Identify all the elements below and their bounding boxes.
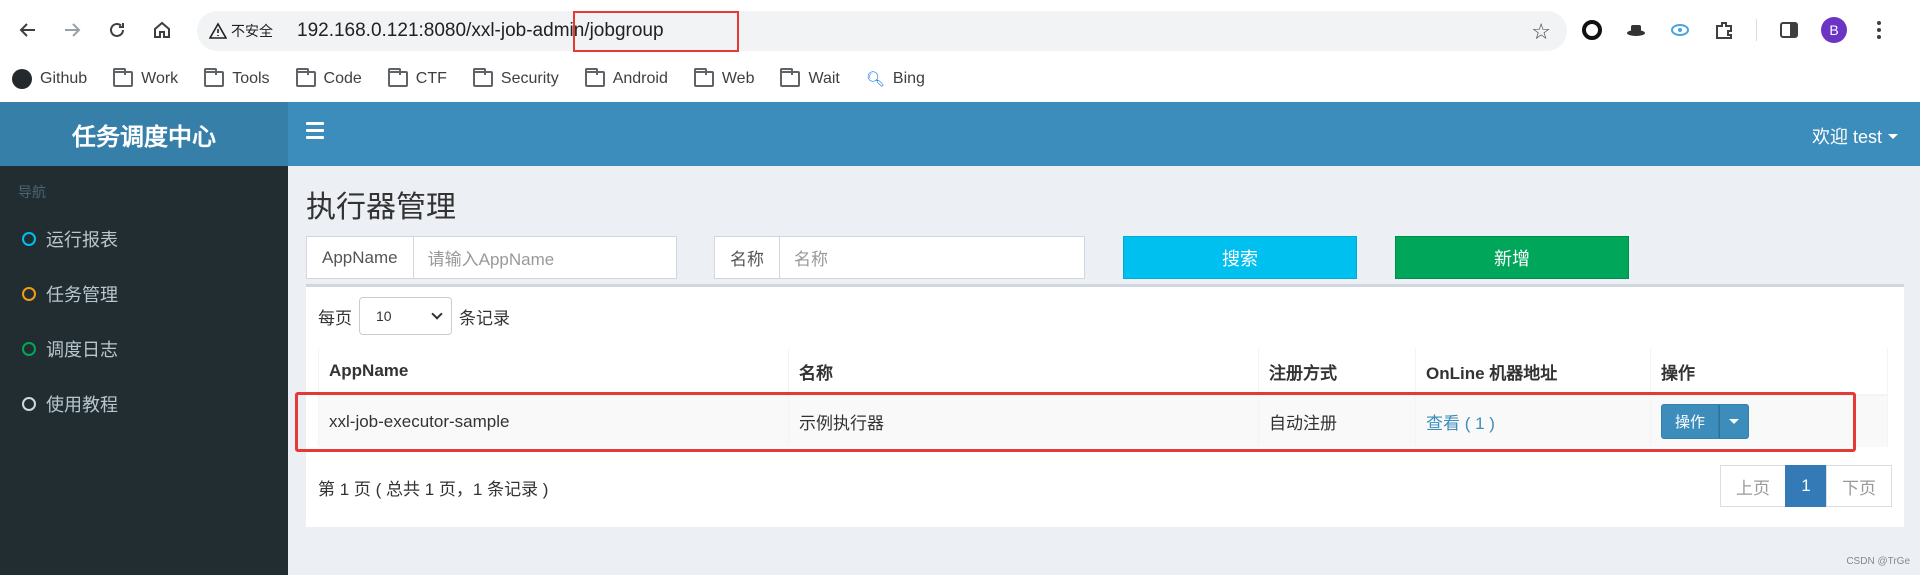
page-length-select[interactable]: 10	[359, 297, 452, 335]
forward-arrow-icon[interactable]	[56, 14, 88, 46]
extension-hat-icon[interactable]	[1624, 18, 1648, 42]
bookmark-code[interactable]: Code	[295, 68, 362, 88]
appname-filter: AppName 请输入AppName	[306, 236, 677, 279]
address-bar[interactable]: 不安全 192.168.0.121:8080/xxl-job-admin/job…	[197, 11, 1567, 51]
menu-toggle-icon[interactable]	[306, 122, 324, 143]
next-page-button[interactable]: 下页	[1826, 465, 1892, 507]
security-indicator[interactable]: 不安全	[209, 20, 273, 42]
sidebar-item-report[interactable]: 运行报表	[0, 211, 288, 266]
pagination: 上页 1 下页	[1720, 465, 1892, 507]
extension-eye-icon[interactable]	[1668, 18, 1692, 42]
add-button[interactable]: 新增	[1395, 236, 1629, 279]
highlight-box-url	[573, 11, 739, 52]
home-icon[interactable]	[146, 14, 178, 46]
reload-icon[interactable]	[101, 14, 133, 46]
bookmark-star-icon[interactable]: ☆	[1531, 19, 1551, 45]
bookmark-tools[interactable]: Tools	[204, 68, 270, 88]
table-header-row: AppName 名称 注册方式 OnLine 机器地址 操作	[318, 348, 1888, 396]
title-input[interactable]: 名称	[780, 237, 842, 278]
sidebar-item-help[interactable]: 使用教程	[0, 376, 288, 431]
extensions-bar: B	[1580, 14, 1891, 46]
nav-header: 导航	[18, 184, 46, 200]
warning-icon	[209, 22, 227, 39]
page-title: 执行器管理	[306, 191, 456, 224]
app-logo[interactable]: 任务调度中心	[0, 102, 288, 166]
sidebar-item-logs[interactable]: 调度日志	[0, 321, 288, 376]
bookmark-web[interactable]: Web	[693, 68, 754, 88]
folder-icon	[693, 68, 714, 87]
caret-down-icon	[1888, 133, 1898, 139]
browser-chrome: 不安全 192.168.0.121:8080/xxl-job-admin/job…	[0, 0, 1920, 102]
sidebar: 任务调度中心 导航 运行报表 任务管理 调度日志 使用教程	[0, 102, 288, 575]
highlight-box-row	[295, 392, 1856, 452]
title-label: 名称	[715, 237, 780, 278]
bookmark-bing[interactable]: 🔍︎ Bing	[866, 70, 925, 88]
bookmark-wait[interactable]: Wait	[780, 68, 840, 88]
folder-icon	[295, 68, 316, 87]
column-header-online[interactable]: OnLine 机器地址	[1415, 348, 1651, 396]
watermark: CSDN @TrGe	[1846, 556, 1910, 567]
bookmark-ctf[interactable]: CTF	[387, 68, 447, 88]
appname-input[interactable]: 请输入AppName	[414, 237, 569, 278]
column-header-appname[interactable]: AppName	[318, 348, 789, 396]
circle-icon	[22, 341, 36, 356]
folder-icon	[472, 68, 493, 87]
folder-icon	[387, 68, 408, 87]
chevron-down-icon	[431, 308, 443, 320]
folder-icon	[584, 68, 605, 87]
table-info: 第 1 页 ( 总共 1 页，1 条记录 )	[318, 480, 549, 499]
circle-icon	[22, 231, 36, 246]
circle-icon	[22, 286, 36, 301]
back-arrow-icon[interactable]	[12, 14, 44, 46]
sidebar-item-jobs[interactable]: 任务管理	[0, 266, 288, 321]
profile-avatar[interactable]: B	[1821, 17, 1847, 43]
column-header-title[interactable]: 名称	[788, 348, 1259, 396]
column-header-register-type[interactable]: 注册方式	[1258, 348, 1416, 396]
bookmark-github[interactable]: Github	[12, 69, 87, 89]
title-filter: 名称 名称	[714, 236, 1085, 279]
search-button[interactable]: 搜索	[1123, 236, 1357, 279]
folder-icon	[204, 68, 225, 87]
bookmark-android[interactable]: Android	[584, 68, 668, 88]
folder-icon	[780, 68, 801, 87]
bookmark-security[interactable]: Security	[472, 68, 559, 88]
bookmarks-bar: Github Work Tools Code CTF Security Andr…	[12, 64, 925, 94]
side-panel-icon[interactable]	[1777, 18, 1801, 42]
page-1-button[interactable]: 1	[1785, 465, 1827, 507]
github-icon	[12, 69, 32, 89]
appname-label: AppName	[307, 237, 414, 278]
extensions-puzzle-icon[interactable]	[1712, 18, 1736, 42]
circle-icon	[22, 396, 36, 411]
page-length-control: 每页 10 条记录	[318, 297, 510, 335]
column-header-action[interactable]: 操作	[1650, 348, 1888, 396]
more-menu-icon[interactable]	[1867, 18, 1891, 42]
prev-page-button[interactable]: 上页	[1720, 465, 1786, 507]
user-menu[interactable]: 欢迎 test	[1812, 123, 1898, 149]
extension-circle-icon[interactable]	[1580, 18, 1604, 42]
search-icon: 🔍︎	[865, 71, 885, 88]
toolbar-divider	[1756, 19, 1757, 41]
security-label: 不安全	[231, 23, 273, 39]
folder-icon	[113, 68, 134, 87]
top-navbar: 欢迎 test	[288, 102, 1920, 166]
bookmark-work[interactable]: Work	[113, 68, 178, 88]
